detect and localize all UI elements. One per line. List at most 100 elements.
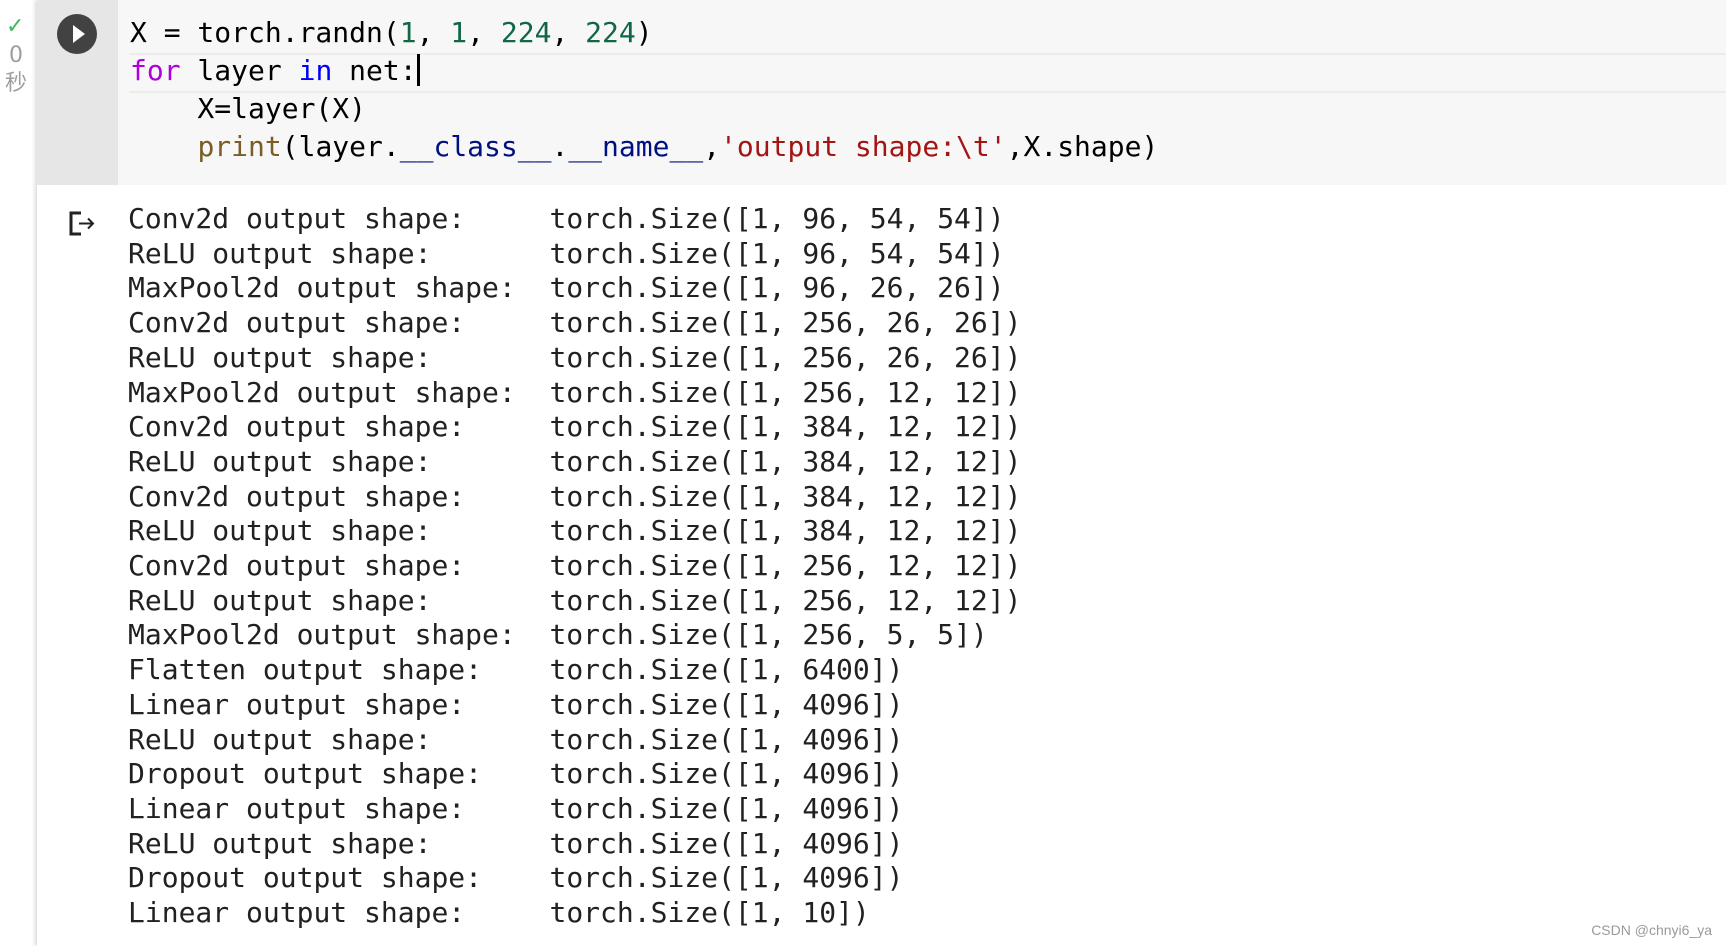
output-shape: torch.Size([1, 96, 54, 54]) <box>549 202 1005 235</box>
output-line: ReLU output shape: torch.Size([1, 256, 1… <box>128 584 1021 619</box>
label-suffix: output shape: <box>279 618 516 652</box>
label-suffix: output shape: <box>195 444 432 478</box>
output-shape: torch.Size([1, 256, 12, 12]) <box>549 375 1022 409</box>
output-layer-label: ReLU output shape: <box>128 723 431 756</box>
output-line: ReLU output shape: torch.Size([1, 256, 2… <box>128 341 1021 376</box>
output-line: Conv2d output shape: torch.Size([1, 96, … <box>128 202 1021 237</box>
output-line: ReLU output shape: torch.Size([1, 384, 1… <box>128 445 1021 480</box>
output-shape: torch.Size([1, 256, 12, 12]) <box>549 583 1022 617</box>
output-shape: torch.Size([1, 4096]) <box>549 826 904 860</box>
output-line: Conv2d output shape: torch.Size([1, 384,… <box>128 480 1021 515</box>
layer-name: Dropout <box>128 861 247 895</box>
layer-name: MaxPool2d <box>128 375 280 409</box>
output-layer-label: Linear output shape: <box>128 896 465 929</box>
output-line: Dropout output shape: torch.Size([1, 409… <box>128 861 1021 896</box>
label-suffix: output shape: <box>229 479 466 513</box>
cell-output: Conv2d output shape: torch.Size([1, 96, … <box>128 202 1021 931</box>
output-shape: torch.Size([1, 4096]) <box>549 722 904 756</box>
layer-name: Conv2d <box>128 306 230 340</box>
output-layer-label: Conv2d output shape: <box>128 306 465 339</box>
duration-unit: 秒 <box>4 71 27 96</box>
output-line: Linear output shape: torch.Size([1, 4096… <box>128 688 1021 723</box>
output-clear-icon[interactable] <box>67 208 97 238</box>
label-suffix: output shape: <box>279 375 516 409</box>
output-shape: torch.Size([1, 10]) <box>549 896 870 930</box>
layer-name: Conv2d <box>128 410 230 444</box>
label-suffix: output shape: <box>246 757 483 791</box>
output-layer-label: Conv2d output shape: <box>128 480 465 513</box>
output-line: Dropout output shape: torch.Size([1, 409… <box>128 757 1021 792</box>
label-suffix: output shape: <box>229 410 466 444</box>
layer-name: ReLU <box>128 236 196 270</box>
output-line: Linear output shape: torch.Size([1, 4096… <box>128 792 1021 827</box>
cell-status-gutter: ✓ 0秒 <box>0 0 37 946</box>
output-shape: torch.Size([1, 384, 12, 12]) <box>549 514 1022 548</box>
output-layer-label: ReLU output shape: <box>128 445 431 478</box>
label-suffix: output shape: <box>246 653 483 687</box>
output-shape: torch.Size([1, 384, 12, 12]) <box>549 410 1022 444</box>
output-layer-label: Conv2d output shape: <box>128 410 465 443</box>
output-line: MaxPool2d output shape: torch.Size([1, 2… <box>128 618 1021 653</box>
label-suffix: output shape: <box>229 896 466 930</box>
output-line: Conv2d output shape: torch.Size([1, 256,… <box>128 306 1021 341</box>
output-shape: torch.Size([1, 4096]) <box>549 861 904 895</box>
output-layer-label: ReLU output shape: <box>128 514 431 547</box>
output-layer-label: Conv2d output shape: <box>128 202 465 235</box>
output-layer-label: Dropout output shape: <box>128 861 482 894</box>
label-suffix: output shape: <box>279 271 516 305</box>
output-layer-label: Linear output shape: <box>128 792 465 825</box>
code-cell: X = torch.randn(1, 1, 224, 224) for laye… <box>37 0 1726 946</box>
layer-name: ReLU <box>128 340 196 374</box>
label-suffix: output shape: <box>229 306 466 340</box>
output-line: ReLU output shape: torch.Size([1, 4096]) <box>128 827 1021 862</box>
label-suffix: output shape: <box>195 236 432 270</box>
output-shape: torch.Size([1, 256, 26, 26]) <box>549 340 1022 374</box>
output-shape: torch.Size([1, 256, 26, 26]) <box>549 306 1022 340</box>
code-text[interactable]: X = torch.randn(1, 1, 224, 224) for laye… <box>130 14 1158 166</box>
output-shape: torch.Size([1, 256, 12, 12]) <box>549 549 1022 583</box>
text-cursor <box>416 54 420 86</box>
check-icon: ✓ <box>6 14 25 39</box>
code-editor[interactable]: X = torch.randn(1, 1, 224, 224) for laye… <box>37 0 1726 185</box>
layer-name: ReLU <box>128 722 196 756</box>
label-suffix: output shape: <box>229 202 466 235</box>
output-line: ReLU output shape: torch.Size([1, 96, 54… <box>128 237 1021 272</box>
layer-name: MaxPool2d <box>128 271 280 305</box>
label-suffix: output shape: <box>195 514 432 548</box>
output-line: ReLU output shape: torch.Size([1, 384, 1… <box>128 514 1021 549</box>
execution-time: 0秒 <box>4 42 28 98</box>
output-layer-label: Dropout output shape: <box>128 757 482 790</box>
output-shape: torch.Size([1, 96, 54, 54]) <box>549 236 1005 270</box>
label-suffix: output shape: <box>195 583 432 617</box>
layer-name: ReLU <box>128 826 196 860</box>
output-layer-label: MaxPool2d output shape: <box>128 376 516 409</box>
output-layer-label: MaxPool2d output shape: <box>128 618 516 651</box>
output-shape: torch.Size([1, 384, 12, 12]) <box>549 444 1022 478</box>
output-line: Linear output shape: torch.Size([1, 10]) <box>128 896 1021 931</box>
output-layer-label: Flatten output shape: <box>128 653 482 686</box>
output-shape: torch.Size([1, 384, 12, 12]) <box>549 479 1022 513</box>
output-shape: torch.Size([1, 4096]) <box>549 791 904 825</box>
output-layer-label: Linear output shape: <box>128 688 465 721</box>
output-layer-label: Conv2d output shape: <box>128 549 465 582</box>
layer-name: Conv2d <box>128 202 230 235</box>
output-layer-label: ReLU output shape: <box>128 827 431 860</box>
output-line: MaxPool2d output shape: torch.Size([1, 9… <box>128 271 1021 306</box>
watermark: CSDN @chnyi6_ya <box>1591 922 1712 938</box>
layer-name: Conv2d <box>128 549 230 583</box>
layer-name: ReLU <box>128 583 196 617</box>
run-cell-button[interactable] <box>57 14 97 54</box>
layer-name: Linear <box>128 687 230 721</box>
layer-name: Linear <box>128 791 230 825</box>
label-suffix: output shape: <box>229 791 466 825</box>
output-shape: torch.Size([1, 256, 5, 5]) <box>549 618 988 652</box>
label-suffix: output shape: <box>195 826 432 860</box>
output-layer-label: ReLU output shape: <box>128 584 431 617</box>
duration-value: 0 <box>9 43 23 68</box>
label-suffix: output shape: <box>195 722 432 756</box>
layer-name: Linear <box>128 896 230 930</box>
run-gutter <box>37 0 118 185</box>
output-line: MaxPool2d output shape: torch.Size([1, 2… <box>128 376 1021 411</box>
output-shape: torch.Size([1, 96, 26, 26]) <box>549 271 1005 305</box>
label-suffix: output shape: <box>195 340 432 374</box>
